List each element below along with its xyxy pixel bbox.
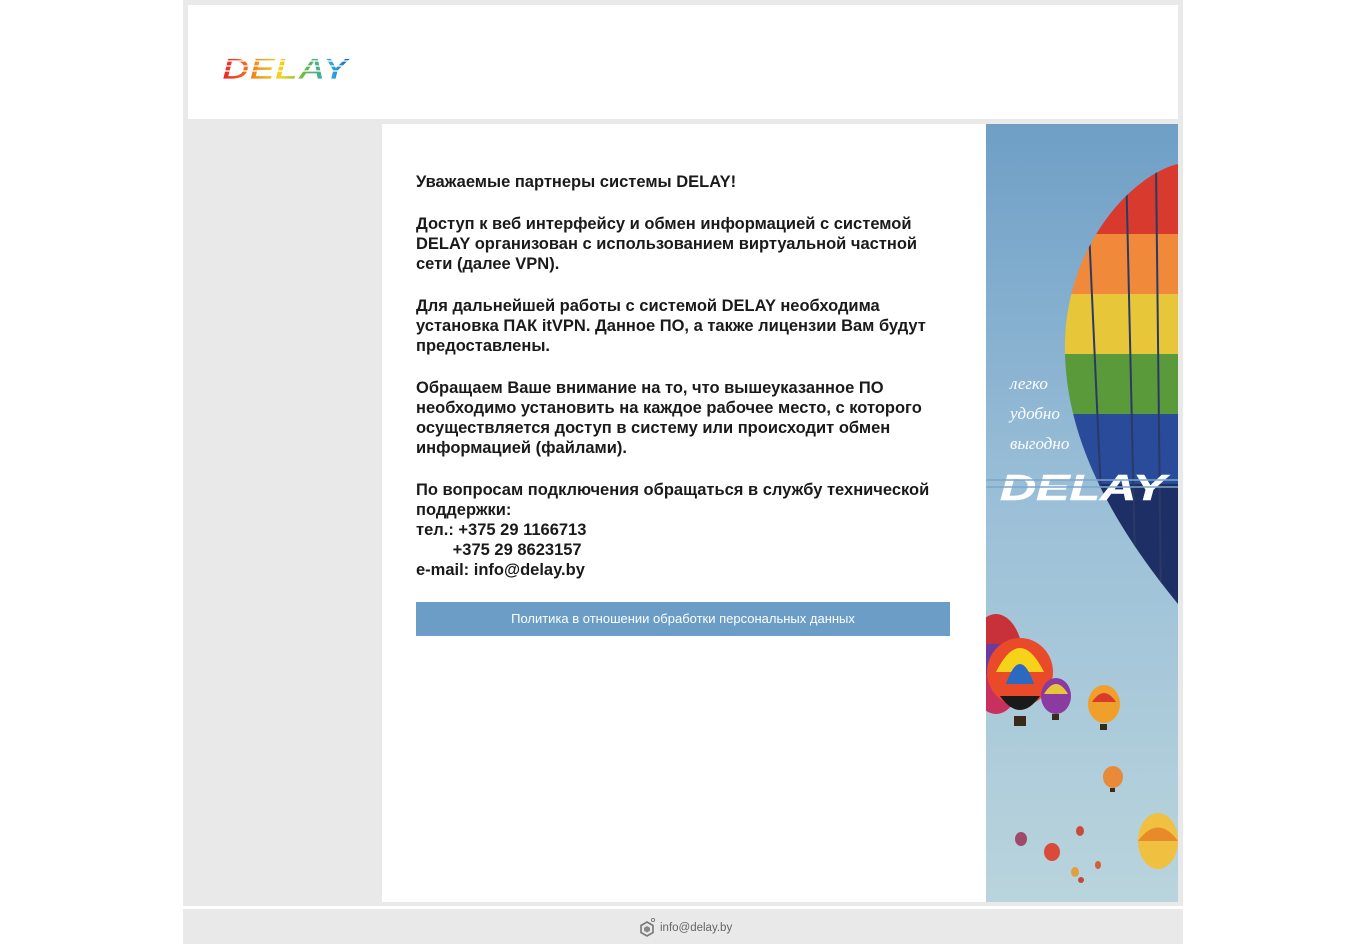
footer-contact[interactable]: info@delay.by: [639, 917, 732, 939]
greeting-heading: Уважаемые партнеры системы DELAY!: [416, 173, 737, 191]
page-container: DELAY Уважаемые партнеры системы DELAY! …: [183, 0, 1183, 944]
support-contacts: По вопросам подключения обращаться в слу…: [416, 480, 950, 580]
left-sidebar: [183, 124, 381, 902]
install-paragraph: Для дальнейшей работы с системой DELAY н…: [416, 297, 926, 355]
logo-text: DELAY: [222, 53, 352, 85]
header: DELAY: [188, 5, 1178, 119]
hexagon-mail-icon: [640, 918, 656, 937]
main-content: Уважаемые партнеры системы DELAY! Доступ…: [382, 124, 986, 902]
slogan-1: легко: [1009, 374, 1048, 393]
balloon-illustration: легко удобно выгодно DELAY: [986, 124, 1178, 902]
privacy-policy-link[interactable]: Политика в отношении обработки персональ…: [416, 602, 950, 636]
vpn-paragraph: Доступ к веб интерфейсу и обмен информац…: [416, 215, 918, 273]
promo-banner: легко удобно выгодно DELAY: [986, 124, 1178, 902]
delay-logo[interactable]: DELAY: [220, 49, 352, 85]
footer-email: info@delay.by: [660, 922, 733, 934]
support-intro: По вопросам подключения обращаться в слу…: [416, 481, 930, 519]
slogan-3: выгодно: [1010, 434, 1069, 453]
phone-line-1: тел.: +375 29 1166713: [416, 521, 587, 539]
announcement-text: Уважаемые партнеры системы DELAY! Доступ…: [416, 172, 950, 580]
slogan-2: удобно: [1008, 404, 1060, 423]
attention-paragraph: Обращаем Ваше внимание на то, что вышеук…: [416, 379, 922, 457]
footer: info@delay.by: [183, 909, 1183, 944]
phone-line-2: +375 29 8623157: [416, 541, 582, 559]
email-line: e-mail: info@delay.by: [416, 561, 585, 579]
small-balloon-icon: [1138, 813, 1178, 869]
